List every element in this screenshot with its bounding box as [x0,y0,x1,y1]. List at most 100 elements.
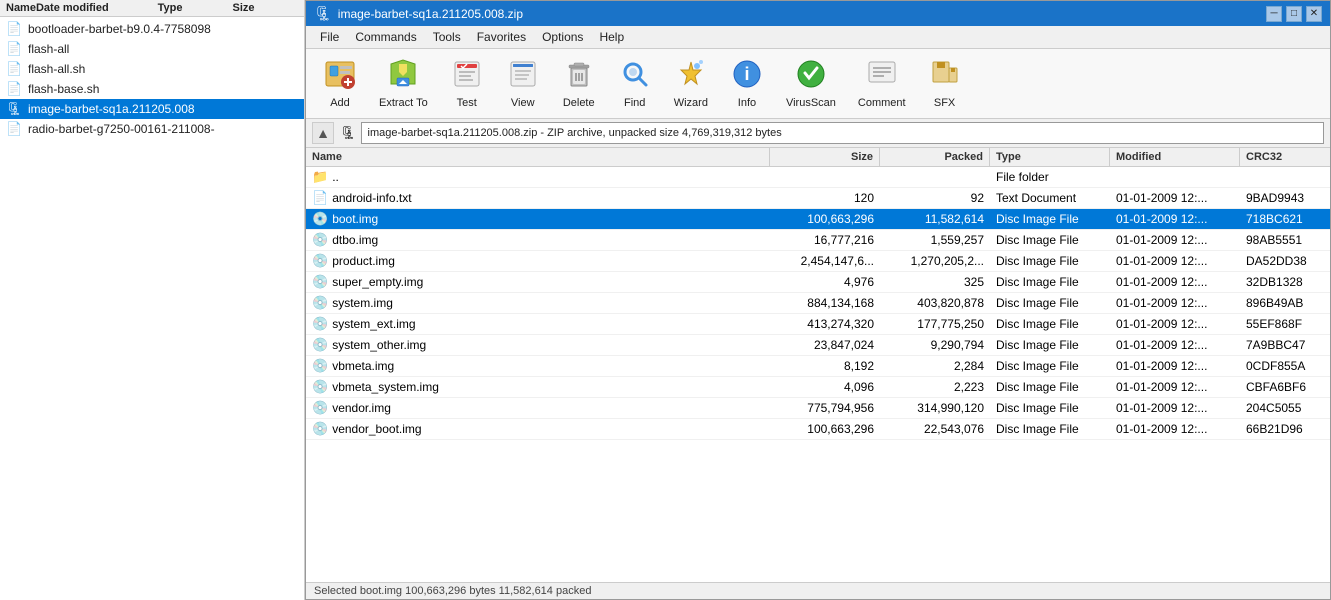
file-name-vendor_boot: 💿 vendor_boot.img [306,419,770,439]
col-header-modified[interactable]: Modified [1110,148,1240,166]
left-item-bootloader[interactable]: 📄bootloader-barbet-b9.0.4-7758098 [0,19,304,39]
file-row-dtbo[interactable]: 💿 dtbo.img 16,777,216 1,559,257 Disc Ima… [306,230,1330,251]
file-icon-system: 💿 [312,295,328,311]
file-list-header: Name Size Packed Type Modified CRC32 [306,148,1330,167]
menu-item-favorites[interactable]: Favorites [469,28,534,46]
col-header-size[interactable]: Size [770,148,880,166]
toolbar-button-extract-to[interactable]: Extract To [370,53,437,114]
file-packed-parent [880,175,990,179]
virusscan-label: VirusScan [786,97,836,109]
file-crc-vendor: 204C5055 [1240,399,1330,417]
maximize-button[interactable]: □ [1286,6,1302,22]
file-row-vendor[interactable]: 💿 vendor.img 775,794,956 314,990,120 Dis… [306,398,1330,419]
add-label: Add [330,97,350,109]
col-header-crc32[interactable]: CRC32 [1240,148,1330,166]
toolbar-button-virusscan[interactable]: VirusScan [777,53,845,114]
file-row-vbmeta[interactable]: 💿 vbmeta.img 8,192 2,284 Disc Image File… [306,356,1330,377]
winrar-window: 🗜 image-barbet-sq1a.211205.008.zip ─ □ ✕… [305,0,1331,600]
left-col-name[interactable]: Name [6,2,36,14]
left-col-size[interactable]: Size [232,2,298,14]
file-name-boot: 💿 boot.img [306,209,770,229]
file-type-system: Disc Image File [990,294,1110,312]
toolbar-button-find[interactable]: Find [609,53,661,114]
toolbar-button-wizard[interactable]: Wizard [665,53,717,114]
file-size-android-info: 120 [770,189,880,207]
file-row-android-info[interactable]: 📄 android-info.txt 120 92 Text Document … [306,188,1330,209]
file-name-android-info: 📄 android-info.txt [306,188,770,208]
file-packed-vendor: 314,990,120 [880,399,990,417]
col-header-name[interactable]: Name [306,148,770,166]
file-crc-dtbo: 98AB5551 [1240,231,1330,249]
address-bar: ▲ 🗜 [306,119,1330,148]
file-row-parent[interactable]: 📁 .. File folder [306,167,1330,188]
info-icon: i [731,58,763,95]
file-row-system_ext[interactable]: 💿 system_ext.img 413,274,320 177,775,250… [306,314,1330,335]
item-icon: 📄 [6,121,24,137]
left-item-radio-barbet[interactable]: 📄 radio-barbet-g7250-00161-211008- [0,119,304,139]
file-row-product[interactable]: 💿 product.img 2,454,147,6... 1,270,205,2… [306,251,1330,272]
file-type-system_other: Disc Image File [990,336,1110,354]
file-name-dtbo: 💿 dtbo.img [306,230,770,250]
file-row-system[interactable]: 💿 system.img 884,134,168 403,820,878 Dis… [306,293,1330,314]
file-packed-android-info: 92 [880,189,990,207]
find-label: Find [624,97,645,109]
file-packed-product: 1,270,205,2... [880,252,990,270]
file-icon-android-info: 📄 [312,190,328,206]
left-item-flash-all[interactable]: 📄flash-all [0,39,304,59]
item-icon: 🗜 [6,101,24,117]
col-header-type[interactable]: Type [990,148,1110,166]
menu-item-file[interactable]: File [312,28,347,46]
menu-item-options[interactable]: Options [534,28,591,46]
left-col-type[interactable]: Type [158,2,233,14]
file-packed-system_other: 9,290,794 [880,336,990,354]
toolbar-button-info[interactable]: iInfo [721,53,773,114]
file-icon-system_ext: 💿 [312,316,328,332]
left-item-image-barbet[interactable]: 🗜 image-barbet-sq1a.211205.008 [0,99,304,119]
extract-to-icon [387,58,419,95]
item-icon: 📄 [6,61,24,77]
toolbar-button-view[interactable]: View [497,53,549,114]
winrar-title-icon: 🗜 [314,5,332,22]
close-button[interactable]: ✕ [1306,6,1322,22]
address-input[interactable] [361,122,1324,144]
file-packed-boot: 11,582,614 [880,210,990,228]
toolbar-button-test[interactable]: Test [441,53,493,114]
file-row-boot[interactable]: 💿 boot.img 100,663,296 11,582,614 Disc I… [306,209,1330,230]
item-icon: 📄 [6,81,24,97]
toolbar-button-add[interactable]: Add [314,53,366,114]
file-name-parent: 📁 .. [306,167,770,187]
toolbar-button-delete[interactable]: Delete [553,53,605,114]
view-icon [507,58,539,95]
file-crc-vbmeta: 0CDF855A [1240,357,1330,375]
add-icon [324,58,356,95]
file-row-vbmeta_system[interactable]: 💿 vbmeta_system.img 4,096 2,223 Disc Ima… [306,377,1330,398]
file-icon-parent: 📁 [312,169,328,185]
item-name: radio-barbet-g7250-00161-211008- [28,122,298,136]
up-directory-button[interactable]: ▲ [312,122,334,144]
file-size-parent [770,175,880,179]
toolbar-button-comment[interactable]: Comment [849,53,915,114]
file-size-system_ext: 413,274,320 [770,315,880,333]
menu-item-tools[interactable]: Tools [425,28,469,46]
minimize-button[interactable]: ─ [1266,6,1282,22]
col-header-packed[interactable]: Packed [880,148,990,166]
delete-label: Delete [563,97,595,109]
file-row-vendor_boot[interactable]: 💿 vendor_boot.img 100,663,296 22,543,076… [306,419,1330,440]
file-row-super_empty[interactable]: 💿 super_empty.img 4,976 325 Disc Image F… [306,272,1330,293]
file-size-dtbo: 16,777,216 [770,231,880,249]
file-name-vendor: 💿 vendor.img [306,398,770,418]
file-modified-android-info: 01-01-2009 12:... [1110,189,1240,207]
left-item-flash-all-sh[interactable]: 📄flash-all.sh [0,59,304,79]
menu-item-commands[interactable]: Commands [347,28,424,46]
file-size-vendor_boot: 100,663,296 [770,420,880,438]
left-col-date[interactable]: Date modified [36,2,158,14]
item-name: image-barbet-sq1a.211205.008 [28,102,298,116]
toolbar-button-sfx[interactable]: SFX [919,53,971,114]
file-size-vbmeta_system: 4,096 [770,378,880,396]
file-row-system_other[interactable]: 💿 system_other.img 23,847,024 9,290,794 … [306,335,1330,356]
left-item-flash-base-sh[interactable]: 📄flash-base.sh [0,79,304,99]
file-name-system_ext: 💿 system_ext.img [306,314,770,334]
file-icon-dtbo: 💿 [312,232,328,248]
menu-item-help[interactable]: Help [591,28,632,46]
test-icon [451,58,483,95]
